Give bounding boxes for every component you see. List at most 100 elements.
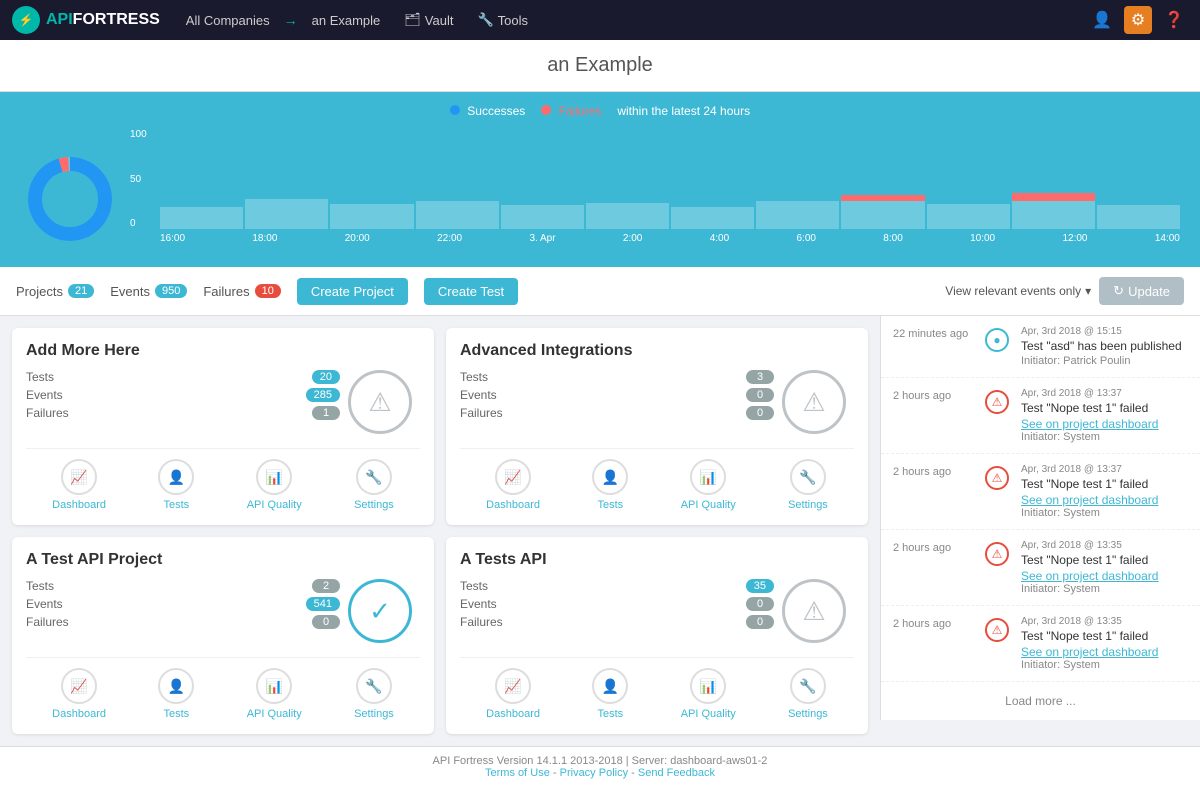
bars [160,199,1180,229]
project-status-icon-0: ⚠ [348,370,412,434]
action-settings-0[interactable]: 🔧 Settings [354,459,394,511]
logo[interactable]: ⚡ APIFORTRESS [12,6,160,34]
footer-version: API Fortress Version 14.1.1 2013-2018 | … [8,755,1192,767]
event-time-2: 2 hours ago [893,464,973,519]
create-project-button[interactable]: Create Project [297,278,408,305]
privacy-link[interactable]: Privacy Policy [560,767,628,779]
project-title-1: Advanced Integrations [460,342,854,360]
action-dashboard-3[interactable]: 📈 Dashboard [486,668,540,720]
settings-icon-1: 🔧 [790,459,826,495]
terms-link[interactable]: Terms of Use [485,767,550,779]
stat-failures-2: Failures 0 [26,615,340,629]
event-content-2: Apr, 3rd 2018 @ 13:37 Test "Nope test 1"… [1021,464,1188,519]
y-label-50: 50 [130,174,147,185]
nav-tools[interactable]: 🔧 Tools [467,8,538,32]
action-dashboard-2[interactable]: 📈 Dashboard [52,668,106,720]
project-title-3: A Tests API [460,551,854,569]
create-test-button[interactable]: Create Test [424,278,518,305]
action-tests-3[interactable]: 👤 Tests [592,668,628,720]
action-tests-2[interactable]: 👤 Tests [158,668,194,720]
main-content: Add More Here Tests 20 Events 285 Failur… [0,316,1200,746]
nav-all-companies[interactable]: All Companies [176,9,280,32]
event-content-3: Apr, 3rd 2018 @ 13:35 Test "Nope test 1"… [1021,540,1188,595]
view-select[interactable]: View relevant events only ▾ [945,284,1091,298]
legend-failures: Failures [541,104,601,118]
action-settings-3[interactable]: 🔧 Settings [788,668,828,720]
stat-tests-1: Tests 3 [460,370,774,384]
x-label-6: 4:00 [710,233,729,244]
project-card-3: A Tests API Tests 35 Events 0 Failures 0 [446,537,868,734]
event-initiator-2: Initiator: System [1021,507,1188,519]
action-tests-1[interactable]: 👤 Tests [592,459,628,511]
event-content-4: Apr, 3rd 2018 @ 13:35 Test "Nope test 1"… [1021,616,1188,671]
event-date-2: Apr, 3rd 2018 @ 13:37 [1021,464,1188,475]
event-date-1: Apr, 3rd 2018 @ 13:37 [1021,388,1188,399]
action-settings-1[interactable]: 🔧 Settings [788,459,828,511]
dashboard-icon-2: 📈 [61,668,97,704]
success-dot [450,105,460,115]
project-title-2: A Test API Project [26,551,420,569]
tab-events[interactable]: Events 950 [110,278,187,305]
action-quality-3[interactable]: 📊 API Quality [681,668,736,720]
project-stats-2: Tests 2 Events 541 Failures 0 ✓ [26,579,420,643]
project-actions-2: 📈 Dashboard 👤 Tests 📊 API Quality 🔧 Sett… [26,657,420,720]
dashboard-icon-1: 📈 [495,459,531,495]
event-date-0: Apr, 3rd 2018 @ 15:15 [1021,326,1188,337]
action-dashboard-0[interactable]: 📈 Dashboard [52,459,106,511]
toolbar-tabs: Projects 21 Events 950 Failures 10 Creat… [16,278,929,305]
tab-failures[interactable]: Failures 10 [203,278,281,305]
stats-list-3: Tests 35 Events 0 Failures 0 [460,579,774,643]
event-icon-wrap-0: ● [983,326,1011,367]
logo-icon: ⚡ [12,6,40,34]
user-icon-btn[interactable]: 👤 [1088,6,1116,34]
update-button[interactable]: ↻ Update [1099,277,1184,305]
action-settings-2[interactable]: 🔧 Settings [354,668,394,720]
project-icon-area-1: ⚠ [774,370,854,434]
failures-badge: 10 [255,284,281,298]
project-card-1: Advanced Integrations Tests 3 Events 0 F… [446,328,868,525]
event-item-1: 2 hours ago ⚠ Apr, 3rd 2018 @ 13:37 Test… [881,378,1200,454]
chart-area: Successes Failures within the latest 24 … [0,92,1200,267]
event-icon-wrap-2: ⚠ [983,464,1011,519]
event-link-1[interactable]: See on project dashboard [1021,417,1188,431]
quality-icon-1: 📊 [690,459,726,495]
event-initiator-3: Initiator: System [1021,583,1188,595]
action-quality-2[interactable]: 📊 API Quality [247,668,302,720]
load-more-button[interactable]: Load more ... [881,682,1200,720]
event-time-0: 22 minutes ago [893,326,973,367]
event-link-2[interactable]: See on project dashboard [1021,493,1188,507]
donut-svg [25,154,115,244]
event-time-1: 2 hours ago [893,388,973,443]
settings-icon-3: 🔧 [790,668,826,704]
nav-example[interactable]: an Example [302,9,391,32]
action-quality-1[interactable]: 📊 API Quality [681,459,736,511]
event-item-4: 2 hours ago ⚠ Apr, 3rd 2018 @ 13:35 Test… [881,606,1200,682]
events-badge: 950 [155,284,187,298]
events-label: Events [110,284,150,299]
donut-chart [20,154,120,244]
nav-vault[interactable]: 🗂 Vault [394,8,463,32]
action-dashboard-1[interactable]: 📈 Dashboard [486,459,540,511]
nav-items: All Companies → an Example 🗂 Vault 🔧 Too… [176,8,538,32]
action-tests-0[interactable]: 👤 Tests [158,459,194,511]
help-icon-btn[interactable]: ❓ [1160,6,1188,34]
feedback-link[interactable]: Send Feedback [638,767,715,779]
event-initiator-4: Initiator: System [1021,659,1188,671]
event-link-3[interactable]: See on project dashboard [1021,569,1188,583]
stat-failures-3: Failures 0 [460,615,774,629]
x-label-2: 20:00 [345,233,370,244]
x-label-1: 18:00 [252,233,277,244]
event-content-0: Apr, 3rd 2018 @ 15:15 Test "asd" has bee… [1021,326,1188,367]
tab-projects[interactable]: Projects 21 [16,278,94,305]
action-quality-0[interactable]: 📊 API Quality [247,459,302,511]
event-status-icon-3: ⚠ [985,542,1009,566]
stat-tests-3: Tests 35 [460,579,774,593]
project-icon-area-3: ⚠ [774,579,854,643]
event-link-4[interactable]: See on project dashboard [1021,645,1188,659]
failures-label: Failures [203,284,249,299]
settings-icon-btn[interactable]: ⚙ [1124,6,1152,34]
event-time-4: 2 hours ago [893,616,973,671]
x-label-9: 10:00 [970,233,995,244]
refresh-icon: ↻ [1113,283,1124,299]
event-item-0: 22 minutes ago ● Apr, 3rd 2018 @ 15:15 T… [881,316,1200,378]
